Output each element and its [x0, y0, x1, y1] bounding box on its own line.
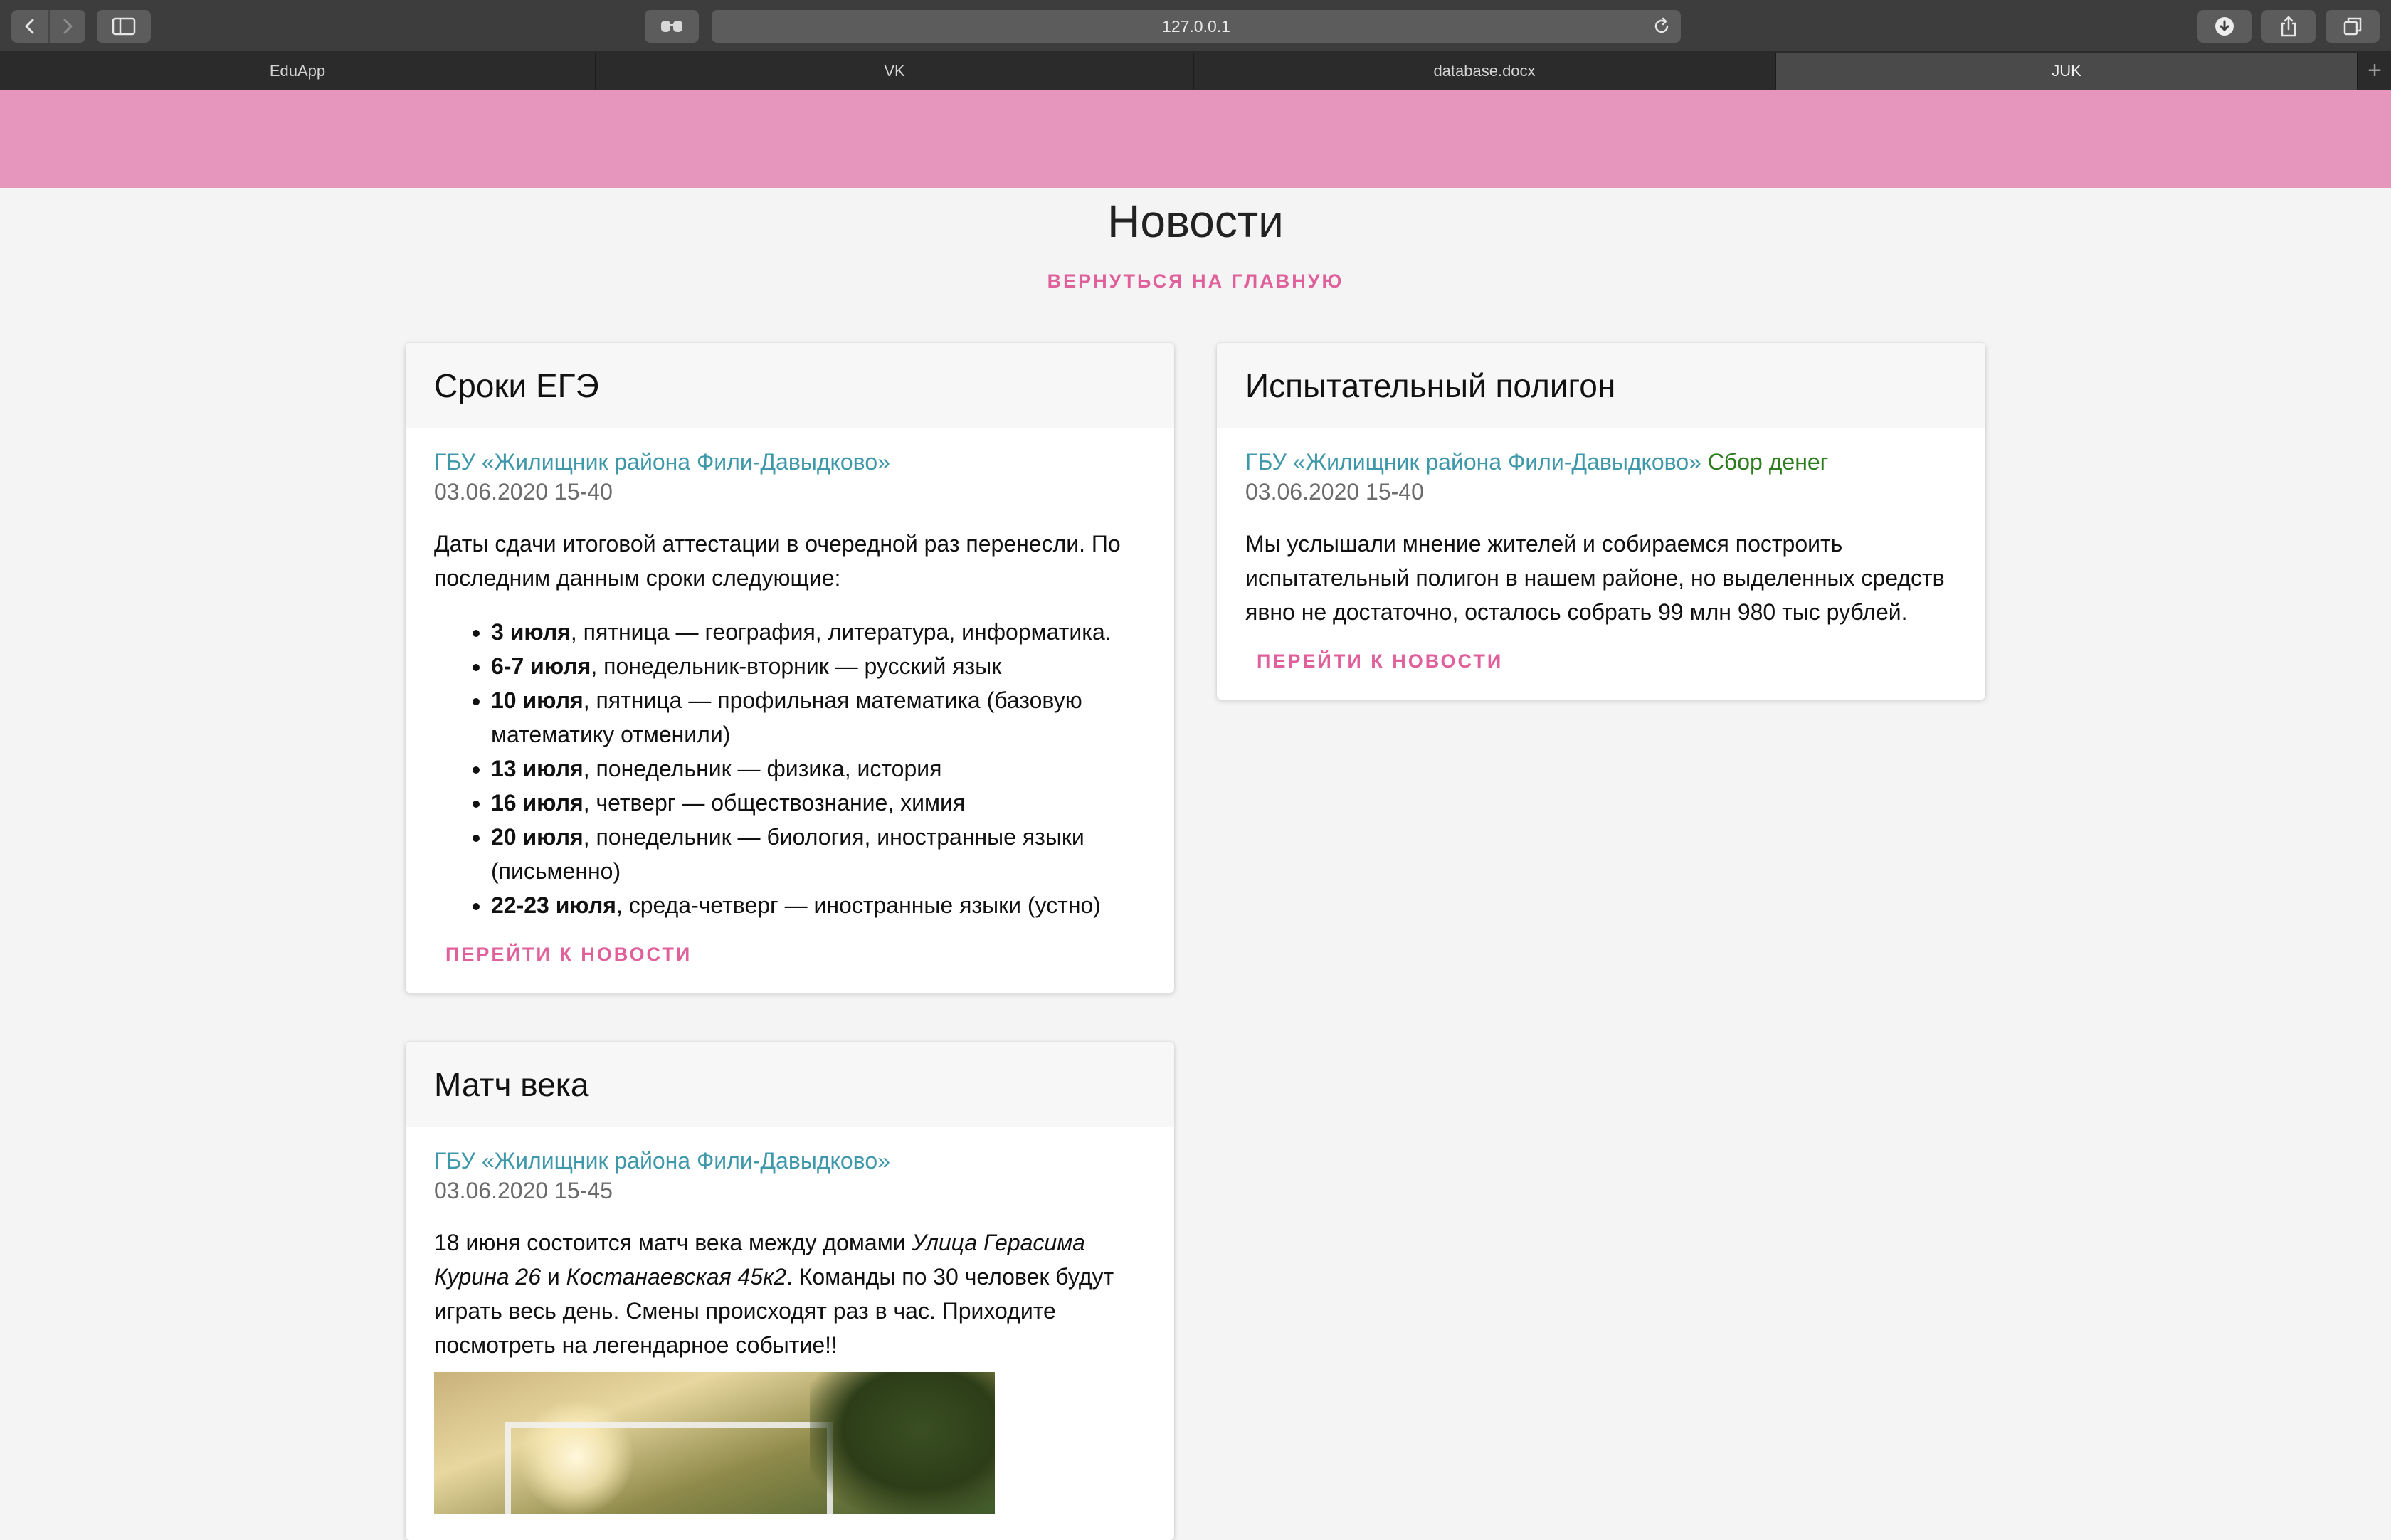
news-card: Испытательный полигон ГБУ «Жилищник райо… [1217, 343, 1985, 700]
list-item-date: 22-23 июля [491, 892, 616, 918]
list-item-text: , среда-четверг — иностранные языки (уст… [616, 892, 1101, 918]
news-photo [434, 1372, 995, 1514]
news-text: 18 июня состоится матч века между домами… [434, 1225, 1146, 1362]
chevron-left-icon [25, 19, 34, 34]
photo-football-goal [505, 1422, 833, 1514]
reader-mode-button[interactable] [645, 10, 699, 43]
text-part: 18 июня состоится матч века между домами [434, 1230, 912, 1255]
news-date: 03.06.2020 15-40 [1245, 479, 1424, 505]
news-date: 03.06.2020 15-40 [434, 479, 613, 505]
news-card: Матч века ГБУ «Жилищник района Фили-Давы… [406, 1042, 1174, 1540]
glasses-icon [661, 21, 682, 32]
page-title: Новости [1107, 196, 1284, 247]
new-tab-button[interactable]: + [2358, 53, 2391, 90]
list-item: 10 июля, пятница — профильная математика… [491, 683, 1146, 751]
news-author[interactable]: ГБУ «Жилищник района Фили-Давыдково» [434, 1146, 1146, 1176]
list-item-date: 10 июля [491, 687, 584, 713]
photo-trees [810, 1372, 995, 1514]
news-title: Испытательный полигон [1217, 343, 1985, 428]
list-item-date: 20 июля [491, 824, 584, 850]
forward-button[interactable] [48, 10, 85, 43]
news-author[interactable]: ГБУ «Жилищник района Фили-Давыдково» [1245, 449, 1701, 475]
list-item: 16 июля, четверг — обществознание, химия [491, 786, 1146, 820]
list-item-date: 16 июля [491, 790, 584, 816]
news-text: Мы услышали мнение жителей и собираемся … [1245, 531, 1945, 625]
list-item-date: 13 июля [491, 756, 584, 781]
read-more-link[interactable]: ПЕРЕЙТИ К НОВОСТИ [1257, 650, 1503, 673]
list-item-text: , понедельник — физика, история [583, 756, 942, 781]
news-card: Сроки ЕГЭ ГБУ «Жилищник района Фили-Давы… [406, 343, 1174, 993]
list-item: 22-23 июля, среда-четверг — иностранные … [491, 888, 1146, 922]
nav-buttons [11, 10, 85, 43]
download-icon [2215, 17, 2234, 36]
downloads-button[interactable] [2197, 10, 2252, 43]
back-to-home-link[interactable]: ВЕРНУТЬСЯ НА ГЛАВНУЮ [0, 270, 2391, 292]
url-text: 127.0.0.1 [1162, 17, 1230, 36]
news-title: Сроки ЕГЭ [406, 343, 1174, 428]
list-item: 6-7 июля, понедельник-вторник — русский … [491, 649, 1146, 683]
house-name: Костанаевская 45к2 [566, 1264, 786, 1290]
browser-toolbar: 127.0.0.1 [0, 0, 2391, 53]
tab-database-docx[interactable]: database.docx [1194, 53, 1776, 90]
list-item-date: 3 июля [491, 619, 571, 645]
sidebar-toggle-button[interactable] [97, 10, 151, 43]
share-button[interactable] [2261, 10, 2316, 43]
tabs-icon [2343, 17, 2362, 36]
sidebar-icon [112, 17, 136, 36]
list-item-date: 6-7 июля [491, 653, 591, 679]
tab-bar: EduApp VK database.docx JUK + [0, 53, 2391, 90]
tab-vk[interactable]: VK [596, 53, 1194, 90]
exam-schedule-list: 3 июля, пятница — география, литература,… [434, 615, 1146, 922]
news-title: Матч века [406, 1042, 1174, 1127]
list-item: 13 июля, понедельник — физика, история [491, 751, 1146, 786]
site-header-bar [0, 90, 2391, 188]
list-item-text: , пятница — география, литература, инфор… [570, 619, 1112, 645]
news-author[interactable]: ГБУ «Жилищник района Фили-Давыдково» [434, 447, 1146, 477]
list-item-text: , четверг — обществознание, химия [583, 790, 966, 816]
news-text: Даты сдачи итоговой аттестации в очередн… [434, 531, 1121, 591]
list-item: 3 июля, пятница — география, литература,… [491, 615, 1146, 649]
tab-eduapp[interactable]: EduApp [0, 53, 596, 90]
news-date: 03.06.2020 15-45 [434, 1178, 613, 1203]
reload-icon[interactable] [1652, 17, 1671, 36]
address-bar[interactable]: 127.0.0.1 [712, 10, 1681, 43]
chevron-right-icon [63, 19, 73, 34]
list-item: 20 июля, понедельник — биология, иностра… [491, 820, 1146, 888]
news-author-line: ГБУ «Жилищник района Фили-Давыдково» Сбо… [1245, 447, 1957, 477]
tabs-overview-button[interactable] [2326, 10, 2380, 43]
list-item-text: , понедельник-вторник — русский язык [591, 653, 1002, 679]
back-button[interactable] [11, 10, 48, 43]
tab-juk[interactable]: JUK [1776, 53, 2358, 90]
news-tag[interactable]: Сбор денег [1708, 449, 1829, 475]
text-part: и [540, 1264, 566, 1290]
read-more-link[interactable]: ПЕРЕЙТИ К НОВОСТИ [445, 944, 692, 966]
share-icon [2281, 16, 2296, 37]
